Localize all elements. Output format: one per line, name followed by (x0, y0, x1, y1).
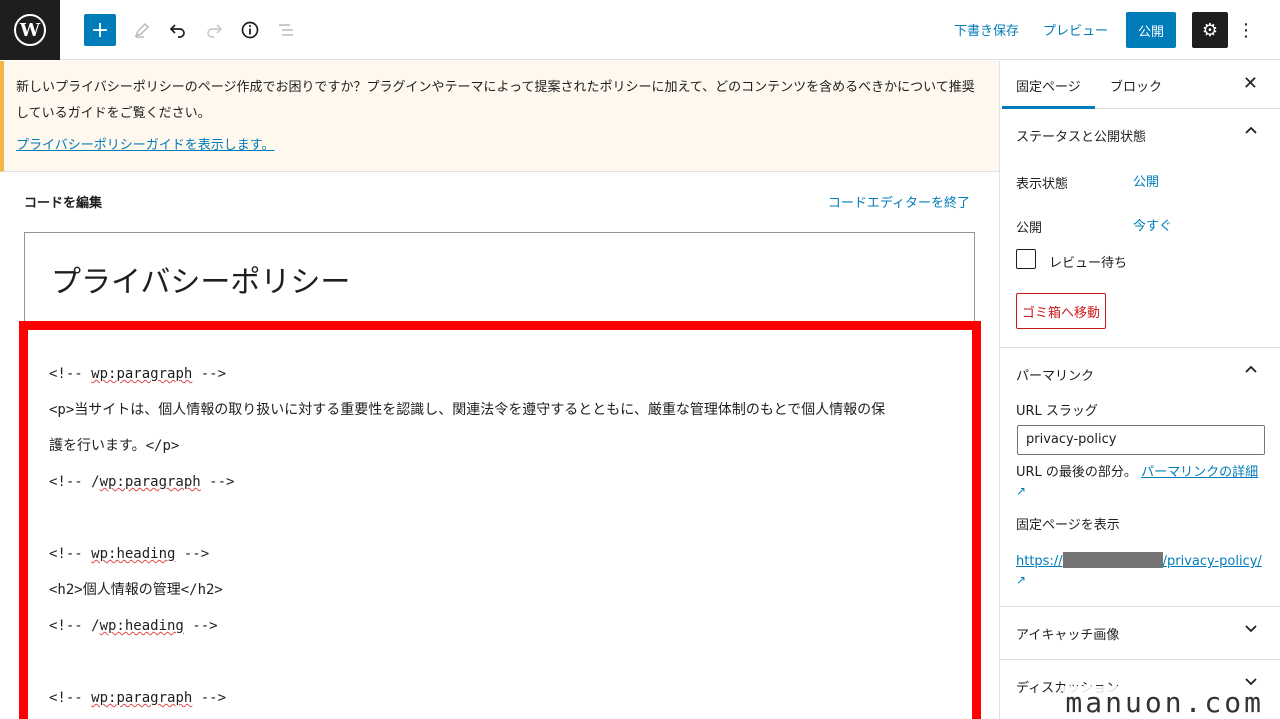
move-to-trash-button[interactable]: ゴミ箱へ移動 (1016, 293, 1106, 329)
pending-review-label[interactable]: レビュー待ち (1049, 252, 1127, 271)
publish-label: 公開 (1016, 221, 1043, 236)
status-panel-title: ステータスと公開状態 (1016, 130, 1147, 145)
pencil-icon[interactable] (126, 14, 158, 46)
editor-toolbar: W + 下書き保存 プレビュー 公開 ⚙ ⋮ (0, 0, 1280, 60)
wordpress-logo[interactable]: W (0, 0, 60, 60)
featured-image-panel-header[interactable]: アイキャッチ画像 (1000, 607, 1280, 659)
add-block-button[interactable]: + (84, 14, 116, 46)
more-options-icon[interactable]: ⋮ (1236, 14, 1256, 46)
settings-gear-icon[interactable]: ⚙ (1192, 12, 1228, 48)
visibility-label: 表示状態 (1016, 177, 1069, 192)
notice-text: 新しいプライバシーポリシーのページ作成でお困りですか？プラグインやテーマによって… (16, 80, 975, 121)
pending-review-row: レビュー待ち (1000, 247, 1280, 291)
redo-icon[interactable] (198, 14, 230, 46)
permalink-details-link[interactable]: パーマリンクの詳細 (1141, 465, 1258, 480)
visibility-row: 表示状態 公開 (1000, 159, 1280, 203)
tab-page[interactable]: 固定ページ (1002, 76, 1095, 109)
save-draft-button[interactable]: 下書き保存 (954, 20, 1019, 39)
redacted-domain (1062, 552, 1163, 568)
info-icon[interactable] (234, 14, 266, 46)
post-title-field[interactable]: プライバシーポリシー (24, 232, 975, 332)
sidebar-tabs: 固定ページ ブロック ✕ (1000, 61, 1280, 109)
featured-image-title: アイキャッチ画像 (1016, 628, 1120, 643)
post-title[interactable]: プライバシーポリシー (51, 257, 948, 301)
preview-button[interactable]: プレビュー (1043, 20, 1108, 39)
code-line: <!-- wp:paragraph --> (49, 366, 227, 382)
permalink-panel-body: URL スラッグ privacy-policy URL の最後の部分。 パーマリ… (1000, 398, 1280, 606)
code-editor-title: コードを編集 (24, 196, 103, 211)
external-link-icon: ↗ (1016, 484, 1027, 498)
close-icon[interactable]: ✕ (1243, 73, 1258, 94)
status-panel-header[interactable]: ステータスと公開状態 (1000, 109, 1280, 159)
url-slug-label: URL スラッグ (1016, 404, 1098, 419)
chevron-down-icon (1244, 621, 1258, 639)
undo-icon[interactable] (162, 14, 194, 46)
wordpress-icon: W (14, 14, 46, 46)
visibility-toggle[interactable]: 公開 (1133, 171, 1159, 190)
publish-row: 公開 今すぐ (1000, 203, 1280, 247)
view-page-label: 固定ページを表示 (1016, 518, 1120, 533)
tab-block[interactable]: ブロック (1110, 76, 1162, 95)
code-line: <!-- /wp:paragraph --> (49, 474, 235, 490)
privacy-guide-link[interactable]: プライバシーポリシーガイドを表示します。 (16, 134, 274, 153)
code-line: <h2>個人情報の管理</h2> (49, 582, 223, 598)
code-line: <!-- wp:heading --> (49, 546, 210, 562)
permalink-panel-title: パーマリンク (1016, 369, 1095, 384)
code-line: 護を行います。</p> (49, 438, 180, 454)
permalink-panel-header[interactable]: パーマリンク (1000, 348, 1280, 398)
url-help-text: URL の最後の部分。 パーマリンクの詳細 ↗ (1016, 465, 1259, 498)
list-view-icon[interactable] (270, 14, 302, 46)
code-editor-textarea[interactable]: <!-- wp:paragraph --> <p>当サイトは、個人情報の取り扱い… (19, 321, 981, 719)
site-watermark: manuon.com (1063, 686, 1266, 719)
code-line: <!-- /wp:heading --> (49, 618, 218, 634)
pending-review-checkbox[interactable] (1016, 249, 1036, 269)
page-url-link[interactable]: https:///privacy-policy/ ↗ (1016, 552, 1266, 590)
chevron-up-icon (1244, 362, 1258, 380)
code-line: <p>当サイトは、個人情報の取り扱いに対する重要性を認識し、関連法令を遵守すると… (49, 402, 886, 418)
publish-date-toggle[interactable]: 今すぐ (1133, 215, 1172, 234)
code-line: <!-- wp:paragraph --> (49, 690, 227, 706)
chevron-up-icon (1244, 123, 1258, 141)
url-slug-input[interactable]: privacy-policy (1017, 425, 1265, 455)
code-editor-header: コードを編集 コードエディターを終了 (24, 192, 970, 212)
exit-code-editor-button[interactable]: コードエディターを終了 (828, 192, 970, 211)
privacy-guide-notice: 新しいプライバシーポリシーのページ作成でお困りですか？プラグインやテーマによって… (0, 61, 999, 172)
publish-button[interactable]: 公開 (1126, 12, 1176, 48)
settings-sidebar: 固定ページ ブロック ✕ ステータスと公開状態 表示状態 公開 公開 今すぐ レ… (999, 61, 1280, 719)
external-link-icon: ↗ (1016, 573, 1027, 587)
